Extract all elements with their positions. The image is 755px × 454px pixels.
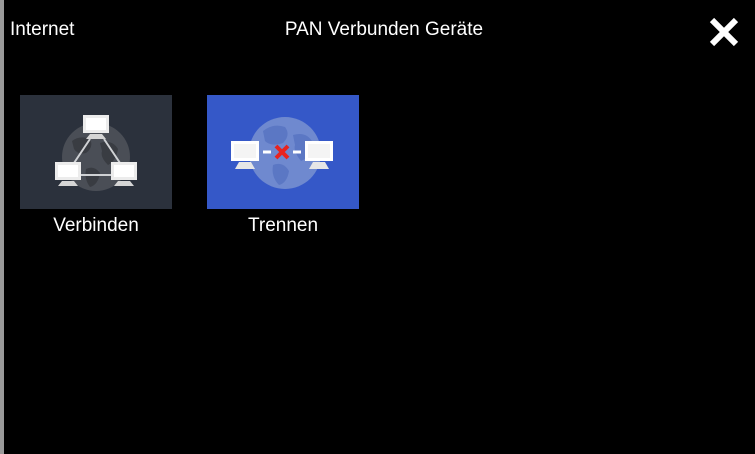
tile-verbinden-label: Verbinden [53, 215, 139, 236]
left-edge-bar [0, 0, 4, 454]
page-title: PAN Verbunden Geräte [284, 19, 484, 40]
tile-trennen-label: Trennen [247, 215, 319, 236]
tile-trennen[interactable]: Trennen [207, 95, 359, 238]
tile-verbinden-image [20, 95, 172, 209]
network-connect-icon [20, 95, 172, 209]
tile-verbinden[interactable]: Verbinden [20, 95, 172, 238]
tile-trennen-image [207, 95, 359, 209]
network-disconnect-icon [207, 95, 359, 209]
close-button[interactable] [700, 12, 748, 56]
close-x-icon [709, 17, 739, 47]
pan-screen: Internet PAN Verbunden Geräte Verbinden … [0, 0, 755, 454]
header: Internet PAN Verbunden Geräte [0, 0, 755, 62]
